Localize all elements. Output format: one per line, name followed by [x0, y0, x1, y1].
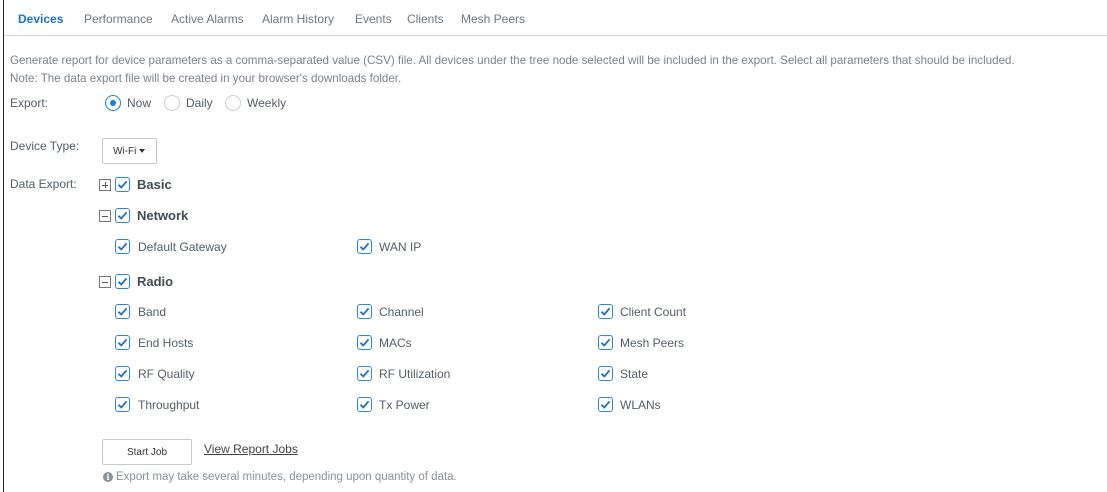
- wan-ip-checkbox[interactable]: [357, 239, 372, 254]
- collapse-minus-icon[interactable]: [99, 210, 111, 222]
- tab-bar: Devices Performance Active Alarms Alarm …: [4, 0, 1107, 36]
- tx-power-label: Tx Power: [379, 398, 430, 412]
- checkmark-icon: [600, 307, 611, 316]
- client-count-label: Client Count: [620, 305, 687, 319]
- export-weekly-label: Weekly: [247, 96, 287, 110]
- rf-utilization-label: RF Utilization: [379, 367, 451, 381]
- throughput-label: Throughput: [138, 398, 200, 412]
- state-checkbox[interactable]: [598, 366, 613, 381]
- collapse-minus-icon[interactable]: [99, 276, 111, 288]
- state-label: State: [620, 367, 649, 381]
- radio-unselected-icon: [225, 95, 241, 111]
- mesh-peers-label: Mesh Peers: [620, 336, 685, 350]
- tab-mesh-peers[interactable]: Mesh Peers: [461, 12, 525, 26]
- client-count-checkbox[interactable]: [598, 304, 613, 319]
- export-label: Export:: [10, 96, 49, 110]
- end-hosts-checkbox[interactable]: [115, 335, 130, 350]
- radio-group-label: Radio: [137, 274, 174, 289]
- network-checkbox[interactable]: [115, 208, 130, 223]
- expand-plus-icon[interactable]: [99, 179, 111, 191]
- tab-devices[interactable]: Devices: [18, 12, 63, 26]
- checkmark-icon: [117, 180, 128, 189]
- checkmark-icon: [117, 211, 128, 220]
- export-hint-text: Export may take several minutes, dependi…: [116, 471, 457, 483]
- checkmark-icon: [600, 369, 611, 378]
- description-line-2: Note: The data export file will be creat…: [10, 72, 402, 85]
- checkmark-icon: [359, 369, 370, 378]
- checkmark-icon: [117, 400, 128, 409]
- macs-label: MACs: [379, 336, 412, 350]
- checkmark-icon: [117, 338, 128, 347]
- end-hosts-label: End Hosts: [138, 336, 194, 350]
- checkmark-icon: [600, 400, 611, 409]
- radio-checkbox[interactable]: [115, 274, 130, 289]
- tab-alarm-history[interactable]: Alarm History: [262, 12, 334, 26]
- checkmark-icon: [117, 307, 128, 316]
- export-now-label: Now: [127, 96, 152, 110]
- info-icon: i: [103, 472, 113, 482]
- rf-quality-label: RF Quality: [138, 367, 195, 381]
- checkmark-icon: [600, 338, 611, 347]
- basic-group-label: Basic: [137, 177, 172, 192]
- export-daily-radio[interactable]: Daily: [164, 93, 213, 113]
- export-weekly-radio[interactable]: Weekly: [225, 93, 286, 113]
- checkmark-icon: [359, 338, 370, 347]
- checkmark-icon: [359, 400, 370, 409]
- device-type-value: Wi-Fi: [113, 145, 137, 157]
- mesh-peers-checkbox[interactable]: [598, 335, 613, 350]
- wan-ip-label: WAN IP: [379, 240, 422, 254]
- tx-power-checkbox[interactable]: [357, 397, 372, 412]
- tab-performance[interactable]: Performance: [84, 12, 153, 26]
- tab-clients[interactable]: Clients: [407, 12, 444, 26]
- caret-down-icon: [139, 149, 146, 153]
- wlans-label: WLANs: [620, 398, 661, 412]
- channel-label: Channel: [379, 305, 424, 319]
- rf-utilization-checkbox[interactable]: [357, 366, 372, 381]
- checkmark-icon: [117, 277, 128, 286]
- export-daily-label: Daily: [186, 96, 213, 110]
- checkmark-icon: [359, 242, 370, 251]
- start-job-button[interactable]: Start Job: [102, 439, 192, 465]
- data-export-label: Data Export:: [10, 177, 77, 191]
- default-gateway-checkbox[interactable]: [115, 239, 130, 254]
- throughput-checkbox[interactable]: [115, 397, 130, 412]
- macs-checkbox[interactable]: [357, 335, 372, 350]
- checkmark-icon: [359, 307, 370, 316]
- description-line-1: Generate report for device parameters as…: [10, 54, 1015, 67]
- checkmark-icon: [117, 242, 128, 251]
- export-hint: i Export may take several minutes, depen…: [103, 471, 457, 483]
- default-gateway-label: Default Gateway: [138, 240, 227, 254]
- network-group-label: Network: [137, 208, 189, 223]
- export-now-radio[interactable]: Now: [105, 93, 151, 113]
- wlans-checkbox[interactable]: [598, 397, 613, 412]
- radio-selected-icon: [105, 95, 121, 111]
- channel-checkbox[interactable]: [357, 304, 372, 319]
- report-panel: Devices Performance Active Alarms Alarm …: [3, 0, 1107, 492]
- checkmark-icon: [117, 369, 128, 378]
- band-label: Band: [138, 305, 167, 319]
- radio-unselected-icon: [164, 95, 180, 111]
- view-report-jobs-link[interactable]: View Report Jobs: [204, 442, 298, 456]
- band-checkbox[interactable]: [115, 304, 130, 319]
- basic-checkbox[interactable]: [115, 177, 130, 192]
- device-type-dropdown[interactable]: Wi-Fi: [102, 138, 157, 164]
- tab-active-alarms[interactable]: Active Alarms: [171, 12, 244, 26]
- rf-quality-checkbox[interactable]: [115, 366, 130, 381]
- tab-events[interactable]: Events: [355, 12, 392, 26]
- device-type-label: Device Type:: [10, 139, 80, 153]
